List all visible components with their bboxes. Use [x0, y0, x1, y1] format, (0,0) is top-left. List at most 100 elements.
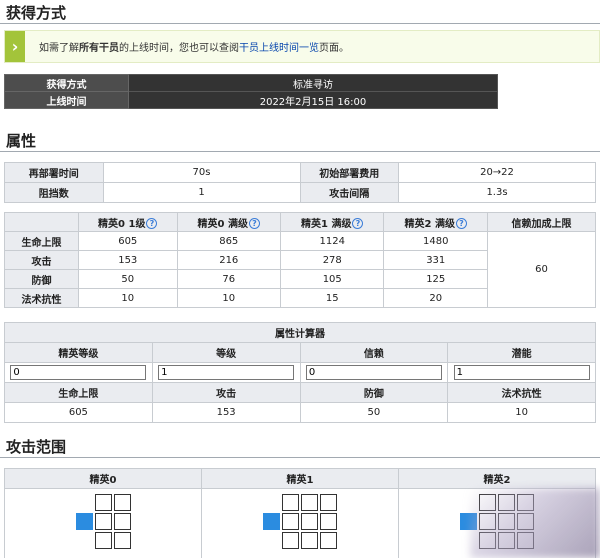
stat-cell: 125	[383, 269, 488, 289]
grid-attack-tile	[282, 494, 299, 511]
block-label: 阻挡数	[4, 182, 104, 203]
result-label: 法术抗性	[447, 382, 596, 403]
trust-header: 信赖加成上限	[487, 212, 596, 232]
grid-attack-tile	[282, 513, 299, 530]
interval-value: 1.3s	[398, 182, 596, 203]
grid-attack-tile	[113, 532, 131, 549]
attr-calculator: 属性计算器 精英等级 等级 信赖 潜能 生命上限 攻击 防御 法术抗性 605 …	[4, 322, 596, 423]
grid-attack-tile	[113, 513, 131, 530]
header-label: 精英2 满级	[404, 218, 455, 230]
stat-cell: 216	[176, 250, 282, 270]
row-label: 防御	[4, 269, 79, 289]
range-header: 精英0	[4, 468, 202, 489]
grid-attack-tile	[320, 494, 337, 511]
result-value: 605	[4, 402, 153, 423]
stat-cell: 331	[383, 250, 488, 270]
stat-cell: 50	[78, 269, 178, 289]
notice-bold: 所有干员	[79, 43, 119, 54]
range-section-title: 攻击范围	[0, 434, 600, 458]
range-header: 精英2	[398, 468, 596, 489]
block-value: 1	[102, 182, 301, 203]
stat-cell: 76	[176, 269, 282, 289]
table-row: 上线时间 2022年2月15日 16:00	[4, 91, 498, 109]
help-icon[interactable]: ?	[352, 218, 364, 229]
table-row: 阻挡数 1 攻击间隔 1.3s	[4, 182, 596, 203]
notice-suffix: 页面。	[319, 43, 349, 54]
table-row: 生命上限 605 865 1124 1480 60	[4, 231, 596, 308]
trust-input[interactable]	[305, 365, 442, 380]
input-cell	[447, 362, 596, 383]
acquire-section-title: 获得方式	[0, 0, 600, 24]
result-label: 生命上限	[4, 382, 153, 403]
calc-title: 属性计算器	[4, 322, 596, 343]
range-grid	[263, 494, 337, 549]
range-cell	[4, 488, 202, 558]
elite-level-label: 精英等级	[4, 342, 153, 363]
calc-title-row: 属性计算器	[4, 322, 596, 343]
header-label: 精英1 满级	[301, 218, 352, 230]
blurred-overlay	[470, 488, 600, 558]
table-row: 精英等级 等级 信赖 潜能	[4, 342, 596, 363]
trust-value: 60	[487, 231, 596, 308]
cost-label: 初始部署费用	[299, 162, 399, 183]
range-header: 精英1	[201, 468, 399, 489]
grid-attack-tile	[94, 532, 112, 549]
result-label: 防御	[299, 382, 449, 403]
notice-box: › 如需了解所有干员的上线时间，您也可以查阅干员上线时间一览页面。	[4, 30, 600, 63]
range-cell	[201, 488, 399, 558]
help-icon[interactable]: ?	[146, 218, 158, 229]
elite-header: 精英1 满级?	[279, 212, 385, 232]
stat-cell: 15	[279, 288, 385, 308]
grid-attack-tile	[94, 513, 112, 530]
table-row: 生命上限 攻击 防御 法术抗性	[4, 382, 596, 403]
table-header-row: 精英0 精英1 精英2	[4, 468, 596, 489]
level-input[interactable]	[158, 365, 295, 380]
grid-attack-tile	[94, 494, 112, 511]
trust-label: 信赖	[299, 342, 449, 363]
acquire-table: 获得方式 标准寻访 上线时间 2022年2月15日 16:00	[4, 74, 498, 109]
basic-attr-table: 再部署时间 70s 初始部署费用 20→22 阻挡数 1 攻击间隔 1.3s	[4, 162, 596, 203]
grid-attack-tile	[301, 513, 318, 530]
attr-section-title: 属性	[0, 128, 600, 152]
stat-cell: 10	[176, 288, 282, 308]
stat-cell: 20	[383, 288, 488, 308]
stat-cell: 10	[78, 288, 178, 308]
row-label: 法术抗性	[4, 288, 79, 308]
row-label: 生命上限	[4, 231, 79, 251]
elite-header: 精英0 满级?	[176, 212, 282, 232]
stat-cell: 1480	[383, 231, 488, 251]
grid-attack-tile	[320, 513, 337, 530]
table-header-row: 精英0 1级? 精英0 满级? 精英1 满级? 精英2 满级? 信赖加成上限	[4, 212, 596, 232]
elite-header: 精英2 满级?	[383, 212, 488, 232]
notice-middle: 的上线时间，您也可以查阅	[119, 43, 239, 54]
grid-self-tile	[75, 513, 93, 530]
elite-level-input[interactable]	[10, 365, 147, 380]
result-value: 50	[299, 402, 449, 423]
grid-empty	[263, 532, 280, 549]
grid-empty	[263, 494, 280, 511]
release-label: 上线时间	[4, 91, 129, 109]
table-row: 再部署时间 70s 初始部署费用 20→22	[4, 162, 596, 183]
table-row: 605 153 50 10	[4, 402, 596, 423]
notice-prefix: 如需了解	[39, 43, 79, 54]
grid-empty	[76, 532, 93, 549]
header-label: 精英0 1级	[98, 218, 146, 230]
potential-input[interactable]	[453, 365, 590, 380]
notice-text: 如需了解所有干员的上线时间，您也可以查阅干员上线时间一览页面。	[25, 39, 349, 54]
release-time-link[interactable]: 干员上线时间一览	[239, 43, 319, 54]
chevron-right-icon: ›	[5, 31, 25, 62]
elite-header: 精英0 1级?	[78, 212, 178, 232]
grid-attack-tile	[301, 532, 318, 549]
stat-cell: 278	[279, 250, 385, 270]
input-cell	[151, 362, 301, 383]
acquire-value: 标准寻访	[128, 74, 498, 92]
result-label: 攻击	[151, 382, 301, 403]
result-value: 10	[447, 402, 596, 423]
redeploy-label: 再部署时间	[4, 162, 104, 183]
header-label: 精英0 满级	[197, 218, 248, 230]
grid-empty	[76, 494, 93, 511]
help-icon[interactable]: ?	[455, 218, 467, 229]
row-label: 攻击	[4, 250, 79, 270]
elite-stats-table: 精英0 1级? 精英0 满级? 精英1 满级? 精英2 满级? 信赖加成上限 生…	[4, 212, 596, 308]
help-icon[interactable]: ?	[248, 218, 260, 229]
